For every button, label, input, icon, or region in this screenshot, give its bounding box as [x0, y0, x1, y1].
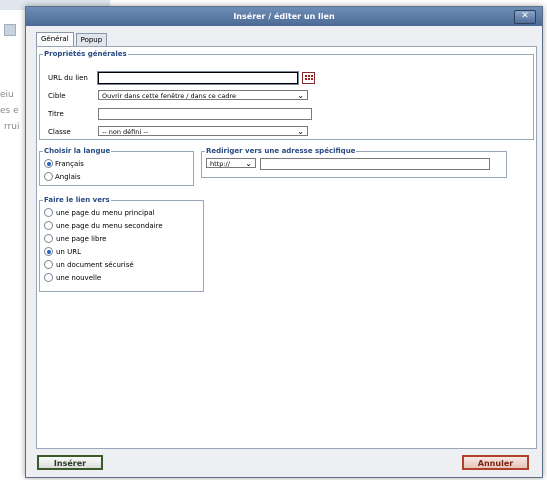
link-to-legend: Faire le lien vers [44, 196, 110, 204]
target-select[interactable]: Ouvrir dans cette fenêtre / dans ce cadr… [98, 90, 308, 100]
target-row: Cible Ouvrir dans cette fenêtre / dans c… [48, 90, 528, 102]
radio-english[interactable] [44, 172, 53, 181]
chevron-down-icon: ⌄ [297, 91, 304, 100]
radio-secondary-menu-page-label: une page du menu secondaire [56, 222, 163, 230]
radio-free-page[interactable] [44, 234, 53, 243]
radio-secondary-menu-page[interactable] [44, 221, 53, 230]
radio-news-label: une nouvelle [56, 274, 102, 282]
background-icon [4, 24, 16, 36]
language-group: Choisir la langue Français Anglais [39, 147, 194, 186]
chevron-down-icon: ⌄ [297, 127, 304, 136]
target-select-value: Ouvrir dans cette fenêtre / dans ce cadr… [102, 92, 237, 100]
browse-button[interactable] [302, 72, 315, 84]
background-text: rrui [4, 122, 20, 132]
link-to-group: Faire le lien vers une page du menu prin… [39, 196, 204, 292]
general-properties-legend: Propriétés générales [44, 50, 127, 58]
class-select[interactable]: -- non défini -- ⌄ [98, 126, 308, 136]
insert-button[interactable]: Insérer [37, 455, 103, 470]
radio-secure-document-label: un document sécurisé [56, 261, 134, 269]
chevron-down-icon: ⌄ [245, 159, 252, 168]
protocol-select-value: http:// [210, 160, 230, 168]
url-row: URL du lien [48, 72, 528, 84]
radio-french-label: Français [55, 160, 84, 168]
redirect-group: Rediriger vers une adresse spécifique ht… [201, 147, 507, 178]
link-dialog: Insérer / éditer un lien ✕ Général Popup … [25, 6, 543, 478]
tab-bar: Général Popup [36, 32, 109, 46]
class-label: Classe [48, 128, 71, 136]
title-label: Titre [48, 110, 64, 118]
cancel-button[interactable]: Annuler [462, 455, 529, 470]
radio-url-label: un URL [56, 248, 81, 256]
dialog-title: Insérer / éditer un lien [233, 12, 335, 21]
redirect-address-input[interactable] [260, 158, 490, 170]
redirect-legend: Rediriger vers une adresse spécifique [206, 147, 356, 155]
radio-french[interactable] [44, 159, 53, 168]
background-text: es e [0, 106, 19, 116]
dialog-titlebar[interactable]: Insérer / éditer un lien ✕ [26, 7, 542, 26]
class-select-value: -- non défini -- [102, 128, 148, 136]
radio-main-menu-page-label: une page du menu principal [56, 209, 155, 217]
close-button[interactable]: ✕ [514, 10, 536, 24]
title-input[interactable] [98, 108, 312, 120]
title-row: Titre [48, 108, 528, 120]
general-panel: Propriétés générales URL du lien Cible O… [36, 46, 537, 449]
radio-news[interactable] [44, 273, 53, 282]
url-label: URL du lien [48, 74, 88, 82]
radio-free-page-label: une page libre [56, 235, 107, 243]
background-text: eiu [0, 90, 14, 100]
close-icon: ✕ [521, 11, 529, 21]
target-label: Cible [48, 92, 66, 100]
radio-secure-document[interactable] [44, 260, 53, 269]
language-legend: Choisir la langue [44, 147, 111, 155]
radio-main-menu-page[interactable] [44, 208, 53, 217]
radio-english-label: Anglais [55, 173, 81, 181]
radio-url[interactable] [44, 247, 53, 256]
tab-popup[interactable]: Popup [75, 33, 108, 46]
class-row: Classe -- non défini -- ⌄ [48, 126, 528, 138]
protocol-select[interactable]: http:// ⌄ [206, 158, 256, 168]
general-properties-group: Propriétés générales URL du lien Cible O… [39, 50, 534, 140]
url-input[interactable] [98, 72, 298, 84]
tab-general[interactable]: Général [36, 32, 74, 46]
